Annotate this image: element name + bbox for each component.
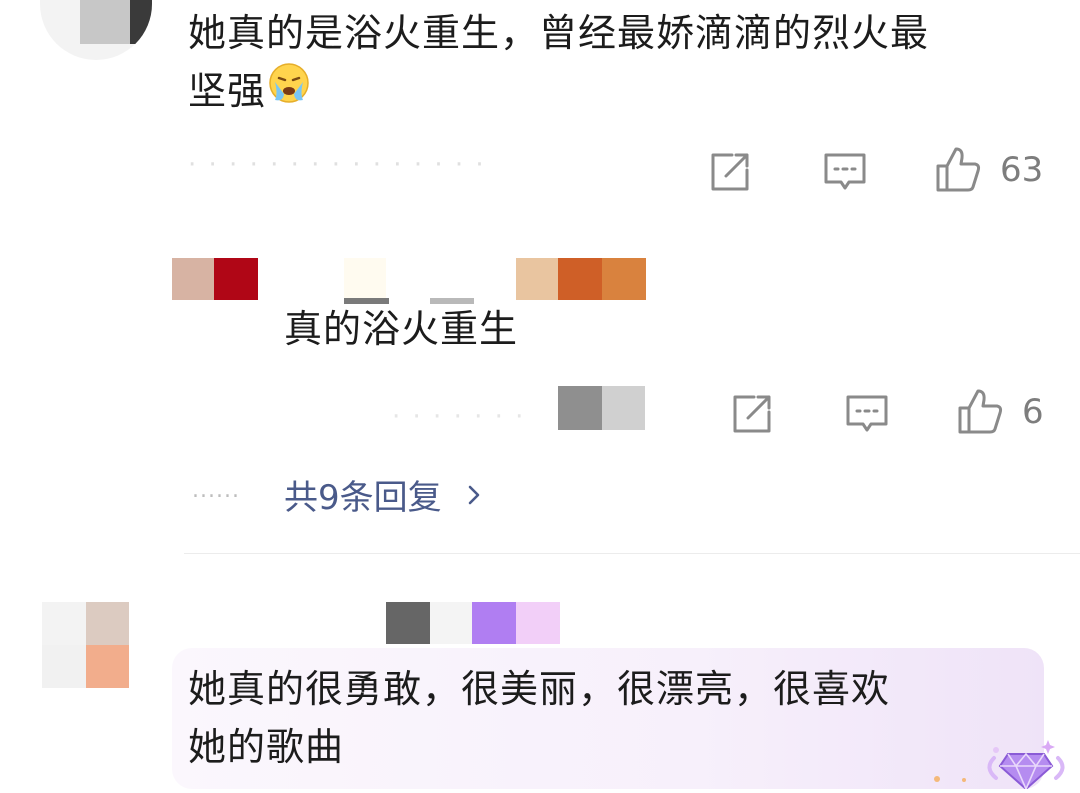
like-button[interactable]: 63 <box>934 146 1043 194</box>
avatar[interactable] <box>42 602 129 688</box>
chevron-right-icon <box>468 485 479 504</box>
thumbs-up-icon <box>936 147 981 192</box>
share-icon <box>711 153 749 191</box>
share-button[interactable] <box>708 150 752 194</box>
reply-button[interactable] <box>822 150 868 194</box>
like-button[interactable]: 6 <box>956 388 1044 436</box>
like-count: 63 <box>1000 150 1044 190</box>
reply-icon <box>846 395 888 432</box>
thumbs-up-icon <box>958 389 1003 434</box>
reply-icon <box>824 153 866 190</box>
diamond-badge-icon <box>986 738 1066 793</box>
like-count: 6 <box>1022 392 1044 432</box>
crying-face-icon <box>268 62 310 120</box>
share-button[interactable] <box>730 392 774 436</box>
comment-header-obscured <box>386 602 560 644</box>
comment-text: 她真的很勇敢，很美丽，很漂亮，很喜欢 她的歌曲 <box>188 667 891 769</box>
reply-header-obscured <box>172 258 646 300</box>
comment-meta-obscured: · · · · · · · · · · · · · · · <box>188 150 486 170</box>
comment-text: 她真的是浴火重生，曾经最娇滴滴的烈火最 坚强 <box>188 4 1068 120</box>
share-icon <box>733 395 771 433</box>
reply-meta-obscured <box>558 386 645 430</box>
comment-divider <box>184 553 1080 554</box>
more-replies-link[interactable]: 共9条回复 <box>284 470 488 519</box>
more-replies-label: 共9条回复 <box>284 478 442 518</box>
avatar[interactable] <box>40 0 152 60</box>
ellipsis-dots: ...... <box>192 478 240 503</box>
reply-button[interactable] <box>844 392 890 436</box>
reply-text: 真的浴火重生 <box>284 307 519 351</box>
